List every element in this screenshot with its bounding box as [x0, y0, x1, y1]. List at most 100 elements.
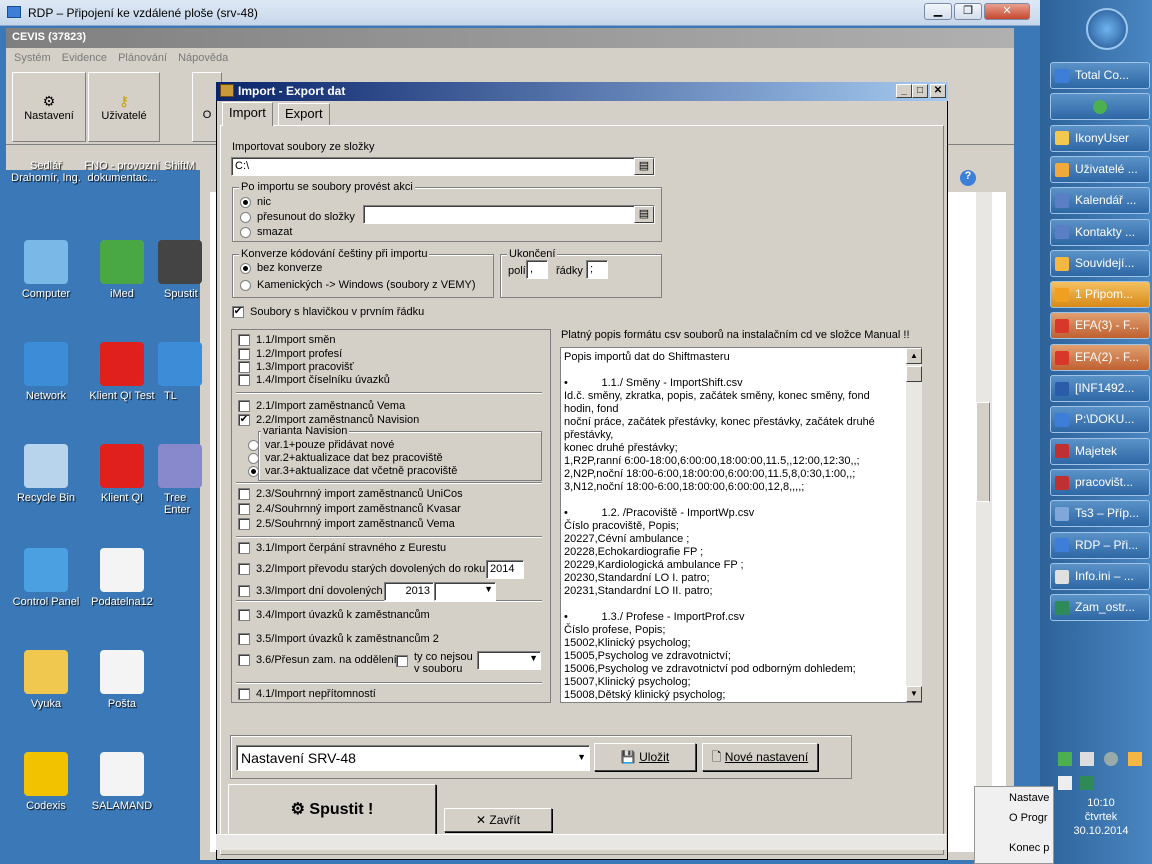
clock[interactable]: 10:10 čtvrtek 30.10.2014 — [1056, 796, 1146, 838]
tray-network-icon[interactable] — [1058, 752, 1072, 766]
header-checkbox[interactable]: ✔ — [232, 306, 244, 318]
settings-combobox[interactable]: Nastavení SRV-48 ▼ — [236, 745, 590, 771]
desktop-icon[interactable]: Pošta — [82, 650, 162, 710]
desktop-icon[interactable]: Spustit — [158, 240, 202, 300]
desktop-icon[interactable]: Recycle Bin — [6, 444, 86, 504]
menu-evidence[interactable]: Evidence — [62, 52, 107, 64]
scroll-thumb[interactable] — [976, 402, 990, 502]
desktop-icon[interactable]: ShiftM — [158, 160, 202, 172]
desktop-icon[interactable]: iMed — [82, 240, 162, 300]
taskbar-item[interactable]: Uživatelé ... — [1050, 155, 1150, 183]
desktop-icon[interactable]: Control Panel — [6, 548, 86, 608]
year-33-dropdown[interactable]: ▼ — [434, 582, 496, 601]
dialog-minimize-button[interactable]: _ — [896, 84, 912, 98]
tray-phone-icon[interactable] — [1080, 752, 1094, 766]
maximize-button[interactable]: ❐ — [954, 3, 982, 20]
run-button[interactable]: ⚙ Spustit ! — [228, 784, 436, 836]
desktop-icon[interactable]: SALAMAND — [82, 752, 162, 812]
import-checkbox[interactable] — [238, 361, 250, 373]
taskbar-item[interactable]: Total Co... — [1050, 62, 1150, 89]
taskbar-item[interactable]: Zam_ostr... — [1050, 594, 1150, 622]
import-checkbox[interactable] — [238, 518, 250, 530]
tab-import[interactable]: Import — [222, 102, 273, 126]
tray-app-icon[interactable] — [1058, 776, 1072, 790]
dialog-maximize-button[interactable]: □ — [912, 84, 928, 98]
import-checkbox[interactable] — [238, 503, 250, 515]
menu-system[interactable]: Systém — [14, 52, 51, 64]
taskbar-item[interactable] — [1050, 93, 1150, 121]
taskbar-item[interactable]: Ts3 – Příp... — [1050, 500, 1150, 528]
import-checkbox[interactable] — [238, 654, 250, 666]
menu-planovani[interactable]: Plánování — [118, 52, 167, 64]
tab-export[interactable]: Export — [278, 103, 330, 125]
cevis-titlebar[interactable]: CEVIS (37823) — [6, 28, 1014, 48]
import-checkbox[interactable] — [238, 348, 250, 360]
taskbar-item[interactable]: pracovišt... — [1050, 468, 1150, 496]
radio-var3[interactable] — [248, 465, 259, 477]
menu-napoveda[interactable]: Nápověda — [178, 52, 228, 64]
desktop-icon[interactable]: Computer — [6, 240, 86, 300]
memo-scroll-thumb[interactable] — [906, 366, 922, 382]
radio-nic[interactable] — [240, 196, 251, 208]
toolbar-uzivatele-button[interactable]: ⚷ Uživatelé — [88, 72, 160, 142]
tray-mail-icon[interactable] — [1128, 752, 1142, 766]
import-checkbox[interactable] — [238, 374, 250, 386]
taskbar-item[interactable]: 1 Připom... — [1050, 281, 1150, 309]
import-checkbox[interactable] — [238, 633, 250, 645]
radio-bez-konverze[interactable] — [240, 262, 251, 274]
desktop-icon[interactable]: Sedlář Drahomír, Ing. — [6, 160, 86, 184]
new-settings-button[interactable]: 🗋 Nové nastavení — [702, 743, 818, 771]
memo-scroll-up[interactable]: ▲ — [906, 348, 922, 364]
dialog-hscrollbar[interactable] — [216, 834, 946, 850]
ty-co-checkbox[interactable] — [396, 655, 408, 667]
move-folder-input[interactable] — [363, 205, 655, 224]
cevis-scrollbar[interactable] — [976, 192, 992, 852]
desktop-icon[interactable]: Vyuka — [6, 650, 86, 710]
taskbar-item[interactable]: Kontakty ... — [1050, 218, 1150, 246]
taskbar-item[interactable]: IkonyUser — [1050, 124, 1150, 152]
desktop-icon[interactable]: Codexis — [6, 752, 86, 812]
taskbar-item[interactable]: EFA(2) - F... — [1050, 343, 1150, 371]
dialog-titlebar[interactable]: Import - Export dat _ □ ✕ — [216, 82, 948, 101]
dialog-close-button[interactable]: ✕ — [930, 84, 946, 98]
taskbar-item[interactable]: EFA(3) - F... — [1050, 312, 1150, 340]
rdp-titlebar[interactable]: RDP – Připojení ke vzdálené ploše (srv-4… — [0, 0, 1040, 26]
taskbar-item[interactable]: P:\DOKU... — [1050, 406, 1150, 434]
desktop-icon[interactable]: Klient QI — [82, 444, 162, 504]
desktop-icon[interactable]: Klient QI Test — [82, 342, 162, 402]
desktop-icon[interactable]: TL — [158, 342, 202, 402]
taskbar-item[interactable]: Majetek — [1050, 437, 1150, 465]
minimize-button[interactable]: ▁ — [924, 3, 952, 20]
radky-input[interactable]: ; — [586, 260, 608, 279]
taskbar-item[interactable]: Souvidejí... — [1050, 249, 1150, 277]
radio-var2[interactable] — [248, 452, 259, 464]
department-dropdown[interactable]: ▼ — [477, 651, 541, 670]
desktop-icon[interactable]: Podatelna12 — [82, 548, 162, 608]
taskbar-item[interactable]: RDP – Při... — [1050, 531, 1150, 559]
import-checkbox[interactable] — [238, 488, 250, 500]
import-checkbox[interactable] — [238, 400, 250, 412]
move-browse-button[interactable]: ▤ — [634, 206, 654, 223]
desktop-icon[interactable]: FNO - provozní dokumentac... — [82, 160, 162, 184]
radio-kamenickych[interactable] — [240, 279, 251, 291]
memo-scrollbar[interactable] — [906, 348, 922, 702]
import-checkbox[interactable] — [238, 609, 250, 621]
import-checkbox[interactable] — [238, 688, 250, 700]
save-button[interactable]: 💾 Uložit — [594, 743, 696, 771]
context-item[interactable]: Konec p — [975, 827, 1053, 857]
import-checkbox[interactable] — [238, 585, 250, 597]
memo-scroll-down[interactable]: ▼ — [906, 686, 922, 702]
close-button[interactable]: ✕ — [984, 3, 1030, 20]
poli-input[interactable]: , — [526, 260, 548, 279]
desktop-icon[interactable]: Tree Enter — [158, 444, 202, 516]
desktop-icon[interactable]: Network — [6, 342, 86, 402]
taskbar-item[interactable]: Info.ini – ... — [1050, 562, 1150, 590]
folder-browse-button[interactable]: ▤ — [634, 158, 654, 175]
radio-var1[interactable] — [248, 439, 259, 451]
help-icon[interactable]: ? — [960, 170, 976, 186]
format-memo[interactable]: Popis importů dat do Shiftmasteru • 1.1.… — [560, 347, 922, 703]
tray-shield-icon[interactable] — [1080, 776, 1094, 790]
radio-presunout[interactable] — [240, 211, 251, 223]
import-checkbox[interactable] — [238, 542, 250, 554]
close-dialog-button[interactable]: ✕ Zavřít — [444, 808, 552, 832]
